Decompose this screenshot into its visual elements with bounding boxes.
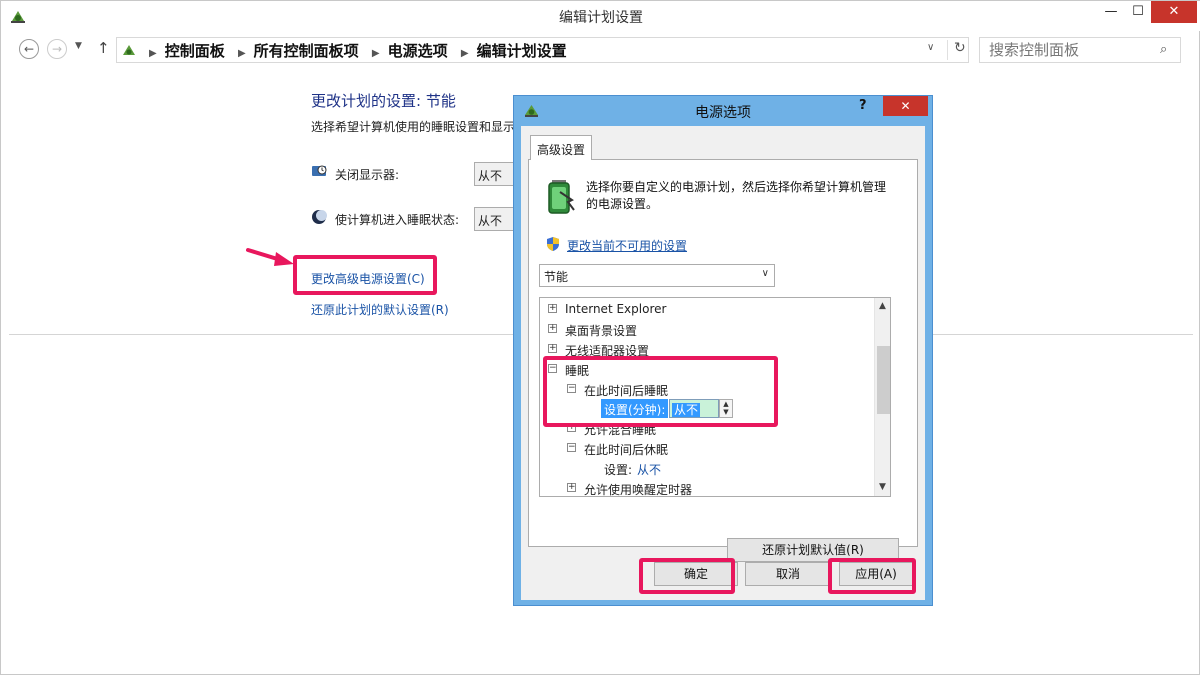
tab-advanced-settings[interactable]: 高级设置 <box>530 135 592 160</box>
address-dropdown-icon[interactable]: ∨ <box>927 42 934 53</box>
cancel-button[interactable]: 取消 <box>745 562 831 586</box>
hibernate-value[interactable]: 从不 <box>637 461 661 478</box>
tree-item-label: 在此时间后休眠 <box>584 443 669 457</box>
breadcrumb-separator-icon[interactable]: ▶ <box>461 48 469 59</box>
battery-icon <box>548 180 575 214</box>
title-bar[interactable]: 编辑计划设置 — ☐ ✕ <box>1 1 1200 31</box>
plan-select[interactable]: 节能 ∨ <box>539 264 775 287</box>
scroll-down-icon[interactable]: ▼ <box>879 482 886 492</box>
tree-item-label: 桌面背景设置 <box>565 324 638 338</box>
navigation-bar: ← → ▼ ↑ ▶ 控制面板 ▶ 所有控制面板项 ▶ 电源选项 ▶ 编辑计划设置 ∨ ↻… <box>1 34 1200 66</box>
restore-defaults-link[interactable]: 还原此计划的默认设置(R) <box>311 301 449 318</box>
highlight-sleep-setting <box>543 356 778 427</box>
refresh-icon[interactable]: ↻ <box>947 40 966 60</box>
tree-item-label: 设置: <box>604 463 633 477</box>
breadcrumb-all-items[interactable]: 所有控制面板项 <box>254 42 359 60</box>
display-off-label: 关闭显示器: <box>335 168 400 182</box>
collapse-icon[interactable]: − <box>567 443 576 452</box>
window-title: 编辑计划设置 <box>559 10 643 26</box>
breadcrumb-separator-icon[interactable]: ▶ <box>238 48 246 59</box>
moon-icon <box>312 210 327 224</box>
search-icon[interactable]: ⌕ <box>1160 42 1167 57</box>
breadcrumb: ▶ 控制面板 ▶ 所有控制面板项 ▶ 电源选项 ▶ 编辑计划设置 <box>141 40 567 61</box>
uac-shield-icon <box>547 237 559 251</box>
scroll-up-icon[interactable]: ▲ <box>879 301 886 311</box>
dialog-close-button[interactable]: ✕ <box>883 96 928 116</box>
expand-icon[interactable]: + <box>548 304 557 313</box>
breadcrumb-edit-plan[interactable]: 编辑计划设置 <box>477 42 567 60</box>
chevron-down-icon: ∨ <box>761 268 769 279</box>
display-timer-icon <box>312 165 327 176</box>
power-options-dialog: 电源选项 ? ✕ 高级设置 选择你要自定义的电源计划，然后选择你希望计算机管理的… <box>513 95 933 606</box>
annotation-arrow-icon <box>246 248 294 266</box>
page-description: 选择希望计算机使用的睡眠设置和显示 <box>311 120 516 134</box>
help-icon[interactable]: ? <box>859 98 867 113</box>
search-box[interactable]: ⌕ <box>979 37 1181 63</box>
breadcrumb-control-panel[interactable]: 控制面板 <box>165 42 225 60</box>
breadcrumb-separator-icon[interactable]: ▶ <box>149 48 157 59</box>
breadcrumb-power-options[interactable]: 电源选项 <box>388 42 448 60</box>
up-button[interactable]: ↑ <box>97 39 110 57</box>
close-button[interactable]: ✕ <box>1151 1 1197 23</box>
expand-icon[interactable]: + <box>548 324 557 333</box>
back-button[interactable]: ← <box>19 39 39 59</box>
sleep-label: 使计算机进入睡眠状态: <box>335 213 460 227</box>
dialog-title: 电源选项 <box>695 105 751 121</box>
highlight-ok-button <box>639 558 735 594</box>
dialog-description: 选择你要自定义的电源计划，然后选择你希望计算机管理的电源设置。 <box>586 180 887 211</box>
tree-scrollbar[interactable]: ▲ ▼ <box>874 298 890 496</box>
tree-item-label: 允许使用唤醒定时器 <box>584 483 693 497</box>
change-unavailable-settings-link[interactable]: 更改当前不可用的设置 <box>567 237 687 254</box>
forward-button[interactable]: → <box>47 39 67 59</box>
control-panel-icon <box>123 45 135 55</box>
advanced-settings-panel: 选择你要自定义的电源计划，然后选择你希望计算机管理的电源设置。 更改当前不可用的… <box>528 159 918 562</box>
expand-icon[interactable]: + <box>548 344 557 353</box>
dialog-title-bar[interactable]: 电源选项 ? ✕ <box>514 96 932 126</box>
plan-select-value: 节能 <box>544 270 569 284</box>
tree-item-label: Internet Explorer <box>565 302 667 316</box>
advanced-power-settings-link[interactable]: 更改高级电源设置(C) <box>311 270 425 287</box>
page-title: 更改计划的设置: 节能 <box>311 92 456 110</box>
search-input[interactable] <box>980 38 1158 62</box>
scroll-thumb[interactable] <box>877 346 890 414</box>
breadcrumb-separator-icon[interactable]: ▶ <box>372 48 380 59</box>
recent-locations-button[interactable]: ▼ <box>75 41 82 51</box>
expand-icon[interactable]: + <box>567 483 576 492</box>
highlight-apply-button <box>828 558 916 594</box>
minimize-button[interactable]: — <box>1097 1 1125 23</box>
address-bar[interactable]: ▶ 控制面板 ▶ 所有控制面板项 ▶ 电源选项 ▶ 编辑计划设置 ∨ ↻ <box>116 37 969 63</box>
maximize-button[interactable]: ☐ <box>1125 1 1151 23</box>
